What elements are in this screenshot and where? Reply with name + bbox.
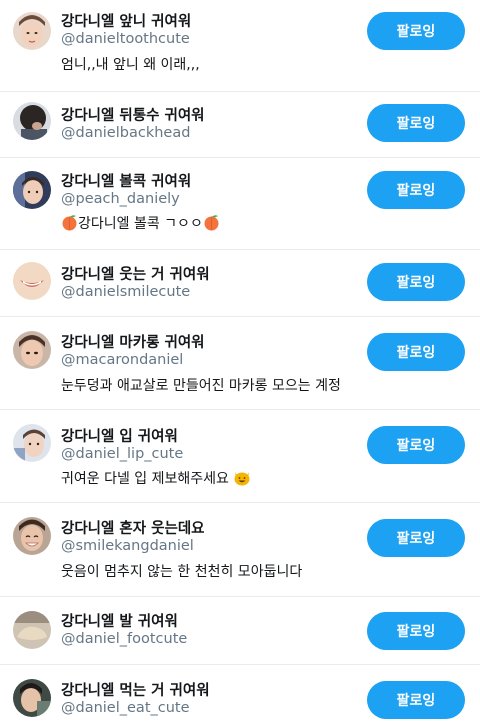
account-name: 강다니엘 입 귀여워 (61, 429, 178, 445)
grinning-cat-emoji-icon (233, 469, 251, 490)
following-button[interactable]: 팔로잉 (367, 426, 465, 464)
account-name: 강다니엘 마카롱 귀여워 (61, 335, 205, 351)
avatar[interactable] (13, 262, 51, 300)
avatar[interactable] (13, 517, 51, 555)
account-bio: 눈두덩과 애교살로 만들어진 마카롱 모으는 계정 (61, 378, 341, 394)
avatar[interactable] (13, 424, 51, 462)
following-button[interactable]: 팔로잉 (367, 519, 465, 557)
account-name: 강다니엘 발 귀여워 (61, 614, 178, 630)
list-item[interactable]: 강다니엘 마카롱 귀여워 @macarondaniel 눈두덩과 애교살로 만들… (0, 317, 480, 410)
list-item[interactable]: 강다니엘 먹는 거 귀여워 @daniel_eat_cute 팔로잉 (0, 665, 480, 725)
following-button[interactable]: 팔로잉 (367, 681, 465, 719)
avatar[interactable] (13, 102, 51, 140)
account-handle: @daniel_eat_cute (61, 700, 190, 716)
following-button[interactable]: 팔로잉 (367, 12, 465, 50)
account-bio: 귀여운 다넬 입 제보해주세요 (61, 468, 251, 490)
list-item[interactable]: 강다니엘 입 귀여워 @daniel_lip_cute 귀여운 다넬 입 제보해… (0, 410, 480, 503)
avatar[interactable] (13, 12, 51, 50)
account-handle: @danieltoothcute (61, 31, 190, 47)
account-bio: 엄니,,내 앞니 왜 이래,,, (61, 57, 200, 73)
list-item[interactable]: 강다니엘 발 귀여워 @daniel_footcute 팔로잉 (0, 597, 480, 665)
account-name: 강다니엘 먹는 거 귀여워 (61, 683, 210, 699)
following-button[interactable]: 팔로잉 (367, 104, 465, 142)
following-button[interactable]: 팔로잉 (367, 612, 465, 650)
list-item[interactable]: 강다니엘 앞니 귀여워 @danieltoothcute 엄니,,내 앞니 왜 … (0, 0, 480, 92)
account-name: 강다니엘 웃는 거 귀여워 (61, 267, 210, 283)
account-handle: @danielbackhead (61, 125, 191, 141)
peach-emoji-icon (61, 214, 78, 235)
account-handle: @smilekangdaniel (61, 538, 194, 554)
account-name: 강다니엘 혼자 웃는데요 (61, 521, 205, 537)
account-handle: @daniel_footcute (61, 631, 188, 647)
account-name: 강다니엘 앞니 귀여워 (61, 14, 192, 30)
list-item[interactable]: 강다니엘 웃는 거 귀여워 @danielsmilecute 팔로잉 (0, 250, 480, 317)
account-bio-text: 귀여운 다넬 입 제보해주세요 (61, 471, 229, 487)
account-bio-text: 강다니엘 볼콕 ㄱㅇㅇ (78, 216, 203, 232)
list-item[interactable]: 강다니엘 혼자 웃는데요 @smilekangdaniel 웃음이 멈추지 않는… (0, 503, 480, 597)
following-button[interactable]: 팔로잉 (367, 333, 465, 371)
avatar[interactable] (13, 171, 51, 209)
account-handle: @daniel_lip_cute (61, 446, 184, 462)
account-handle: @macarondaniel (61, 352, 184, 368)
following-button[interactable]: 팔로잉 (367, 171, 465, 209)
avatar[interactable] (13, 679, 51, 717)
avatar[interactable] (13, 611, 51, 649)
account-handle: @peach_daniely (61, 191, 180, 207)
account-name: 강다니엘 볼콕 귀여워 (61, 174, 192, 190)
account-bio: 웃음이 멈추지 않는 한 천천히 모아둡니다 (61, 564, 303, 580)
avatar[interactable] (13, 331, 51, 369)
list-item[interactable]: 강다니엘 뒤통수 귀여워 @danielbackhead 팔로잉 (0, 92, 480, 158)
account-bio: 강다니엘 볼콕 ㄱㅇㅇ (61, 213, 220, 235)
account-name: 강다니엘 뒤통수 귀여워 (61, 108, 205, 124)
list-item[interactable]: 강다니엘 볼콕 귀여워 @peach_daniely 강다니엘 볼콕 ㄱㅇㅇ 팔… (0, 158, 480, 250)
peach-emoji-icon (203, 214, 220, 235)
account-handle: @danielsmilecute (61, 284, 191, 300)
following-button[interactable]: 팔로잉 (367, 263, 465, 301)
